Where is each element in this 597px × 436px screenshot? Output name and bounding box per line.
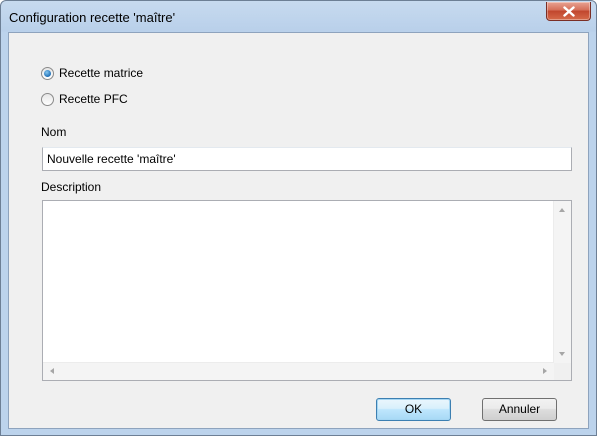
name-input[interactable]: Nouvelle recette 'maître' [42, 147, 572, 171]
dialog-content: Recette matrice Recette PFC Nom Nouvelle… [8, 32, 589, 429]
description-textarea[interactable] [42, 200, 572, 381]
radio-button-checked[interactable] [41, 66, 54, 80]
vertical-scrollbar[interactable] [553, 201, 571, 363]
radio-recette-pfc[interactable]: Recette PFC [41, 91, 128, 107]
name-label: Nom [41, 125, 67, 139]
scrollbar-corner [554, 363, 571, 380]
close-icon [562, 5, 575, 17]
window-title: Configuration recette 'maître' [9, 10, 176, 25]
ok-button[interactable]: OK [376, 398, 451, 421]
title-bar[interactable]: Configuration recette 'maître' [1, 1, 596, 32]
close-button[interactable] [546, 2, 591, 21]
radio-recette-matrice[interactable]: Recette matrice [41, 65, 143, 81]
horizontal-scrollbar[interactable] [43, 362, 554, 380]
radio-button-unchecked[interactable] [41, 92, 54, 106]
dialog-window: Configuration recette 'maître' Recette m… [0, 0, 597, 436]
scroll-right-icon[interactable] [543, 368, 547, 374]
radio-label-matrice: Recette matrice [59, 66, 144, 80]
radio-label-pfc: Recette PFC [59, 92, 128, 106]
cancel-button[interactable]: Annuler [482, 398, 557, 421]
scroll-down-icon[interactable] [559, 352, 565, 356]
description-label: Description [41, 180, 102, 194]
scroll-left-icon[interactable] [50, 368, 54, 374]
scroll-up-icon[interactable] [559, 208, 565, 212]
